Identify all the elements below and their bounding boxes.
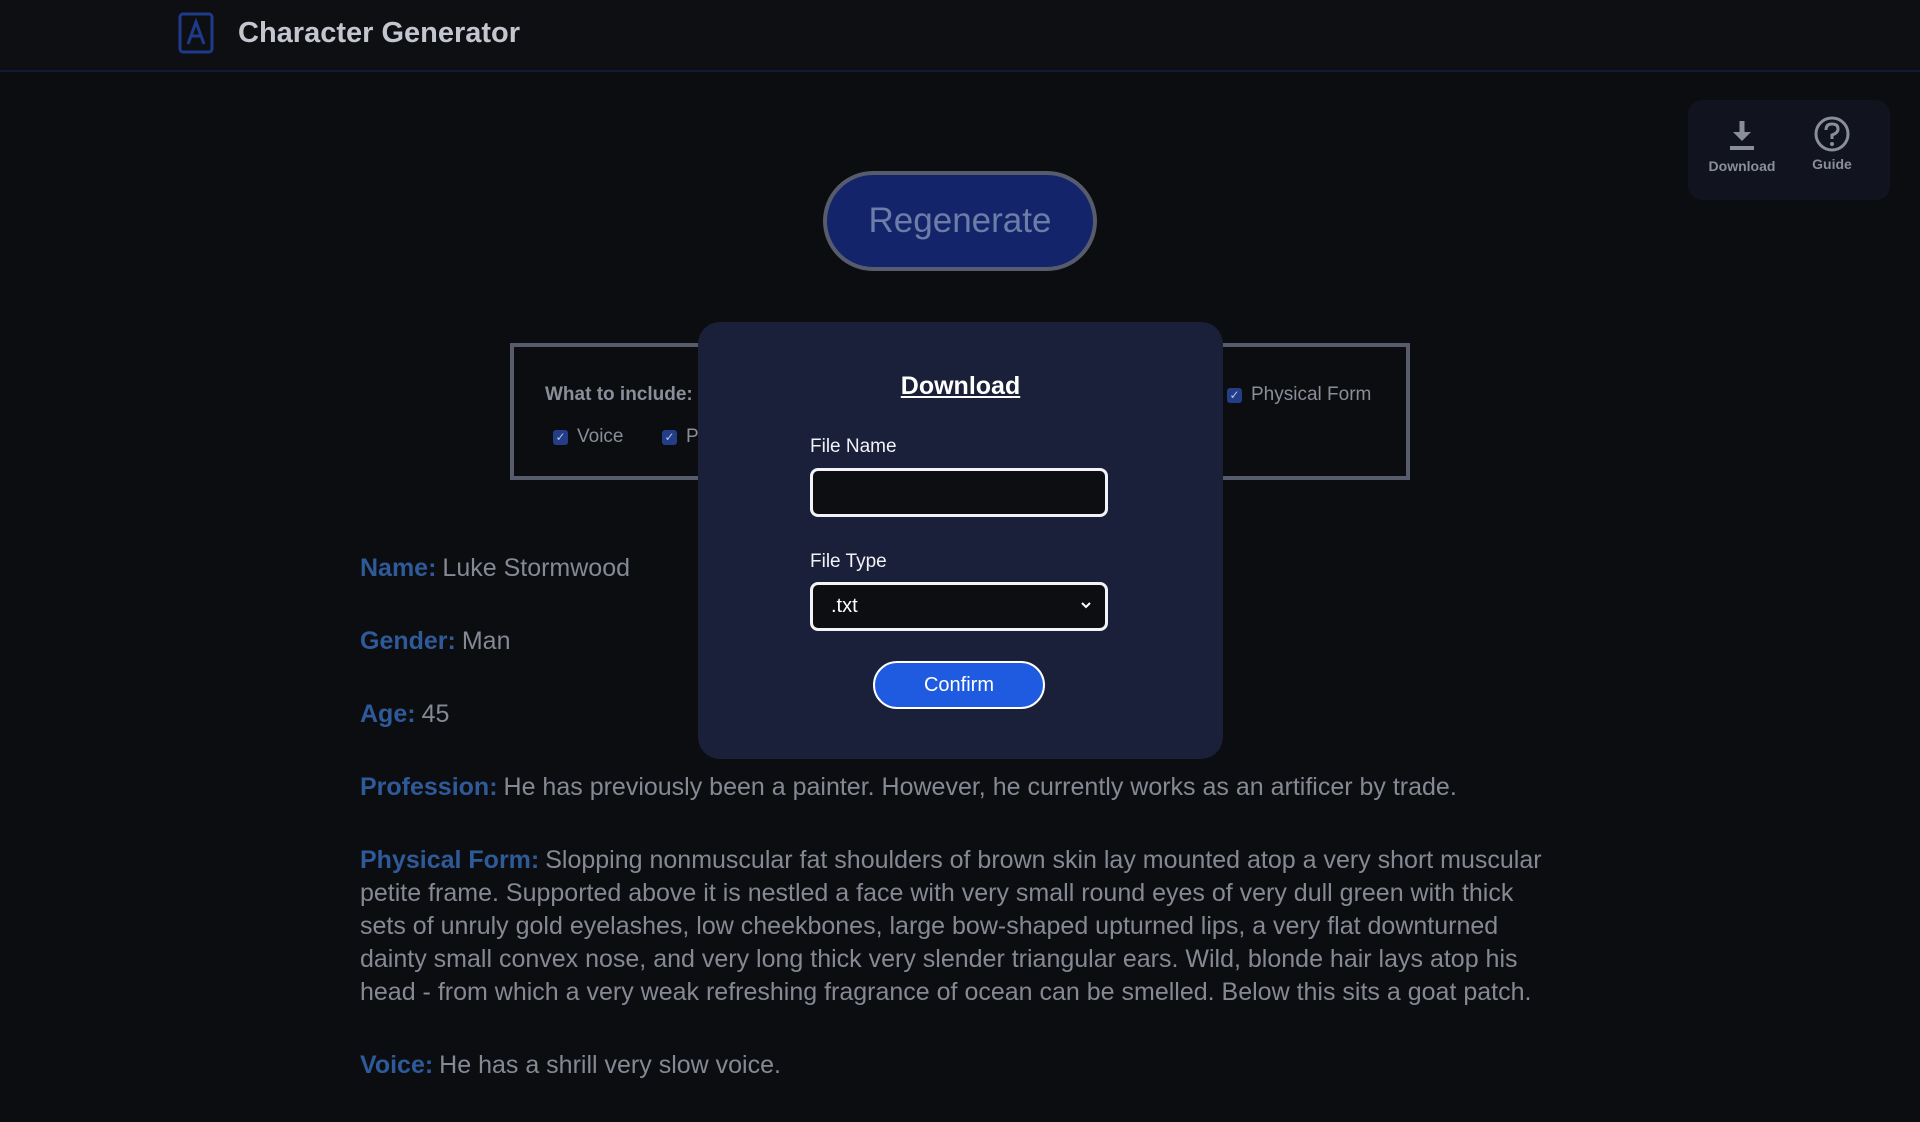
character-logo-icon[interactable] — [178, 12, 216, 56]
options-heading: What to include: — [545, 384, 693, 405]
checkbox-label: Voice — [577, 426, 624, 447]
file-name-label: File Name — [810, 436, 897, 457]
checkbox-label: P — [686, 426, 699, 447]
app-title: Character Generator — [238, 17, 521, 49]
voice-label: Voice: — [360, 1051, 434, 1079]
age-label: Age: — [360, 700, 416, 728]
name-value: Luke Stormwood — [442, 554, 631, 582]
profession-label: Profession: — [360, 773, 498, 801]
file-type-value: .txt — [831, 595, 858, 617]
download-dialog: Download File Name File Type .txt Confir… — [698, 322, 1223, 759]
physical-form-checkbox[interactable]: ✓ Physical Form — [1227, 384, 1371, 406]
guide-tool-button[interactable]: Guide — [1792, 116, 1872, 172]
voice-value: He has a shrill very slow voice. — [439, 1051, 781, 1079]
download-icon — [1730, 121, 1754, 150]
regenerate-button[interactable]: Regenerate — [823, 171, 1097, 271]
top-bar: Character Generator — [0, 0, 1920, 72]
question-circle-icon — [1814, 116, 1850, 152]
gender-value: Man — [461, 627, 511, 655]
checkbox-label: Physical Form — [1251, 384, 1372, 405]
chevron-down-icon — [1081, 602, 1091, 609]
voice-row: Voice: He has a shrill very slow voice. — [360, 1049, 1550, 1082]
physical-form-label: Physical Form: — [360, 846, 540, 874]
voice-checkbox[interactable]: ✓ Voice — [553, 426, 623, 448]
name-label: Name: — [360, 554, 437, 582]
download-tool-label: Download — [1708, 158, 1776, 174]
file-type-select[interactable]: .txt — [810, 582, 1108, 631]
file-name-input[interactable] — [810, 468, 1108, 517]
guide-tool-label: Guide — [1812, 156, 1852, 172]
confirm-button[interactable]: Confirm — [873, 661, 1045, 709]
physical-form-row: Physical Form: Slopping nonmuscular fat s… — [360, 844, 1550, 1009]
checkmark-icon: ✓ — [1227, 387, 1242, 403]
gender-label: Gender: — [360, 627, 456, 655]
age-value: 45 — [421, 700, 450, 728]
profession-row: Profession: He has previously been a pain… — [360, 771, 1550, 804]
checkmark-icon: ✓ — [553, 429, 568, 445]
file-type-label: File Type — [810, 551, 887, 572]
personality-checkbox[interactable]: ✓ P — [662, 426, 699, 448]
dialog-title: Download — [900, 372, 1021, 400]
download-tool-button[interactable]: Download — [1702, 118, 1782, 174]
checkmark-icon: ✓ — [662, 429, 677, 445]
profession-value: He has previously been a painter. Howeve… — [503, 773, 1457, 801]
tool-panel: Download Guide — [1688, 100, 1890, 200]
